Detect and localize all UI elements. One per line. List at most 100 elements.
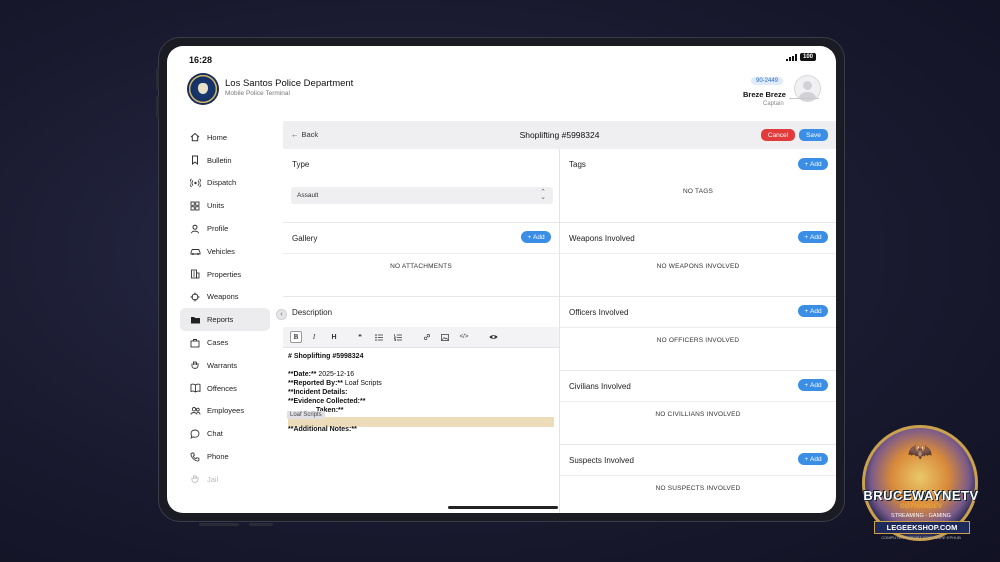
panel-header: Weapons Involved + Add [560,223,836,254]
sidebar-item-phone[interactable]: Phone [180,445,270,468]
power-button [249,523,273,526]
sidebar-item-units[interactable]: Units [180,194,270,217]
officers-panel: Officers Involved + Add NO OFFICERS INVO… [560,297,836,371]
heading-button[interactable]: H [328,331,340,343]
image-icon[interactable] [439,331,451,343]
bullet-list-icon[interactable] [373,331,385,343]
panel-header: Suspects Involved + Add [560,445,836,476]
app-header: Los Santos Police Department Mobile Poli… [167,70,836,114]
grid-icon [189,200,201,212]
sidebar-item-chat[interactable]: Chat [180,422,270,445]
crosshair-icon [189,291,201,303]
sidebar-item-weapons[interactable]: Weapons [180,286,270,309]
editor-notes: **Additional Notes:** [288,426,357,433]
numbered-list-icon[interactable] [392,331,404,343]
sidebar-item-label: Vehicles [207,246,235,256]
empty-state: NO ATTACHMENTS [390,263,452,270]
autocomplete-tooltip[interactable]: Loaf Scripts [287,411,325,419]
sidebar-item-label: Employees [207,406,245,416]
cancel-button[interactable]: Cancel [761,129,795,141]
tablet-screen: 16:28 100 Los Santos Police Department M… [167,46,836,513]
add-tag-button[interactable]: + Add [798,158,828,170]
editor-date-value: 2025-12-16 [318,371,355,378]
report-editor: ← Back Shoplifting #5998324 Cancel Save … [283,121,836,513]
panel-title: Officers Involved [569,308,629,317]
sidebar-item-cases[interactable]: Cases [180,331,270,354]
sidebar-item-label: Dispatch [207,178,237,188]
sidebar-item-label: Reports [207,315,234,325]
watermark-shop: LEGEEKSHOP.COM [874,521,970,534]
building-icon [189,268,201,280]
type-panel: Type Assault ⌃ ⌄ [283,149,559,223]
sidebar-item-label: Bulletin [207,155,232,165]
preview-eye-icon[interactable] [487,331,499,343]
bold-button[interactable]: B [290,331,302,343]
add-civilian-button[interactable]: + Add [798,379,828,391]
sidebar-item-label: Phone [207,452,229,462]
sidebar-item-label: Offences [207,383,237,393]
type-select[interactable]: Assault ⌃ ⌄ [291,187,553,204]
add-label: Add [810,455,822,463]
folder-icon [189,314,201,326]
sidebar-item-vehicles[interactable]: Vehicles [180,240,270,263]
add-label: Add [810,307,822,315]
add-suspect-button[interactable]: + Add [798,453,828,465]
watermark-tagline: STREAMING - GAMING [891,513,951,519]
sidebar-item-warrants[interactable]: Warrants [180,354,270,377]
report-topbar: ← Back Shoplifting #5998324 Cancel Save [283,121,836,149]
signal-icon [785,53,797,61]
panel-title: Civilians Involved [569,382,631,391]
home-indicator[interactable] [448,506,558,509]
editor-date-label: **Date:** [288,371,317,378]
status-time: 16:28 [189,55,213,65]
streamer-watermark-logo: 🦇 BRUCEWAYNETV GOTHAMDEV STREAMING - GAM… [852,425,988,551]
civilians-panel: Civilians Involved + Add NO CIVILLIANS I… [560,371,836,445]
panel-title: Gallery [292,234,318,243]
empty-state: NO WEAPONS INVOLVED [656,263,740,270]
add-weapon-button[interactable]: + Add [798,231,828,243]
sidebar-item-label: Weapons [207,292,239,302]
sidebar-item-label: Warrants [207,360,238,370]
save-button[interactable]: Save [799,129,828,141]
editor-evidence: **Evidence Collected:** [288,398,366,405]
code-icon[interactable]: </> [458,331,470,343]
sidebar-item-label: Units [207,201,225,211]
add-officer-button[interactable]: + Add [798,305,828,317]
editor-incident: **Incident Details: [288,389,348,396]
user-id-badge: 90-2449 [751,77,784,85]
gallery-panel: Gallery + Add NO ATTACHMENTS [283,223,559,297]
sidebar-item-profile[interactable]: Profile [180,217,270,240]
sidebar-item-jail[interactable]: Jail [180,468,270,491]
sidebar-item-employees[interactable]: Employees [180,400,270,423]
add-attachment-button[interactable]: + Add [521,231,551,243]
panel-title: Tags [569,160,586,169]
empty-state: NO SUSPECTS INVOLVED [655,485,741,492]
volume-button [156,68,159,90]
bat-icon: 🦇 [907,441,933,463]
italic-button[interactable]: I [308,331,320,343]
hand-icon [189,473,201,485]
panel-header: Gallery + Add [283,223,559,254]
empty-state: NO TAGS [682,188,714,195]
sidebar-item-offences[interactable]: Offences [180,377,270,400]
empty-state: NO OFFICERS INVOLVED [656,337,740,344]
add-label: Add [533,233,545,241]
users-icon [189,405,201,417]
user-icon [189,223,201,235]
quote-icon[interactable]: ❝ [354,331,366,343]
sidebar-item-home[interactable]: Home [180,126,270,149]
car-icon [189,245,201,257]
editor-toolbar: B I H ❝ </> [283,327,559,348]
user-rank: Captain [763,101,784,107]
radio-icon [189,177,201,189]
add-label: Add [810,381,822,389]
tablet-frame: 16:28 100 Los Santos Police Department M… [156,37,845,526]
chat-icon [189,428,201,440]
sidebar-item-reports[interactable]: Reports [180,308,270,332]
sidebar-item-dispatch[interactable]: Dispatch [180,172,270,195]
sidebar-item-label: Cases [207,338,229,348]
status-bar: 16:28 100 [167,46,836,70]
sidebar-item-bulletin[interactable]: Bulletin [180,149,270,172]
link-icon[interactable] [421,331,433,343]
sidebar-item-properties[interactable]: Properties [180,263,270,286]
